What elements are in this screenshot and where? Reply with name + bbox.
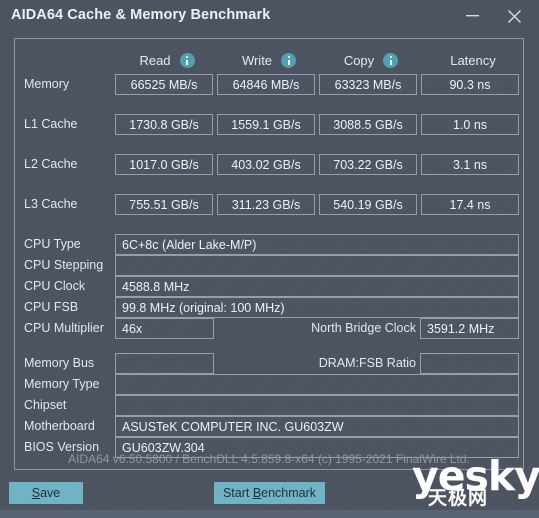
motherboard-value: ASUSTeK COMPUTER INC. GU603ZW [115, 416, 519, 437]
save-accel: S [31, 486, 41, 500]
l2-copy-value: 703.22 GB/s [319, 154, 417, 175]
label-chipset: Chipset [24, 398, 67, 412]
l1-write-value: 1559.1 GB/s [217, 114, 315, 135]
start-prefix: Start [222, 486, 253, 500]
column-header-latency-label: Latency [450, 52, 496, 68]
copy-info-icon[interactable] [383, 53, 399, 69]
cpu-type-value: 6C+8c (Alder Lake-M/P) [115, 234, 519, 255]
save-rest: ave [40, 486, 61, 500]
column-header-read: Read [115, 50, 219, 70]
l2-latency-value: 3.1 ns [421, 154, 519, 175]
label-dram-fsb-ratio: DRAM:FSB Ratio [318, 356, 416, 370]
column-header-write-label: Write [241, 52, 273, 68]
l3-write-value: 311.23 GB/s [217, 194, 315, 215]
aida64-benchmark-window: AIDA64 Cache & Memory Benchmark Read Wri… [0, 0, 539, 518]
l3-copy-value: 540.19 GB/s [319, 194, 417, 215]
l3-latency-value: 17.4 ns [421, 194, 519, 215]
l1-copy-value: 3088.5 GB/s [319, 114, 417, 135]
dram-fsb-ratio-value [420, 353, 519, 374]
column-header-copy: Copy [319, 50, 423, 70]
cpu-multiplier-value: 46x [115, 318, 214, 339]
label-motherboard: Motherboard [24, 419, 95, 433]
l1-latency-value: 1.0 ns [421, 114, 519, 135]
close-button[interactable] [500, 3, 528, 29]
north-bridge-clock-value: 3591.2 MHz [420, 318, 519, 339]
minimize-icon [465, 15, 479, 17]
label-cpu-stepping: CPU Stepping [24, 258, 104, 272]
cpu-stepping-value [115, 255, 519, 276]
memory-latency-value: 90.3 ns [421, 74, 519, 95]
l1-read-value: 1730.8 GB/s [115, 114, 213, 135]
memory-write-value: 64846 MB/s [217, 74, 315, 95]
label-memory-type: Memory Type [24, 377, 100, 391]
column-header-copy-label: Copy [343, 52, 375, 68]
column-header-latency: Latency [421, 50, 525, 70]
version-text: AIDA64 v6.50.5800 / BenchDLL 4.5.859.8-x… [68, 452, 470, 466]
row-label-l2-cache: L2 Cache [24, 157, 78, 171]
column-header-write: Write [217, 50, 321, 70]
memory-bus-value [115, 353, 214, 374]
start-rest: enchmark [261, 486, 317, 500]
watermark-cjk: 天极网 [428, 488, 489, 509]
row-label-l3-cache: L3 Cache [24, 197, 78, 211]
bottom-strip [0, 510, 539, 518]
save-button[interactable]: Save [9, 482, 83, 504]
label-cpu-fsb: CPU FSB [24, 300, 79, 314]
cpu-fsb-value: 99.8 MHz (original: 100 MHz) [115, 297, 519, 318]
minimize-button[interactable] [458, 3, 486, 29]
row-label-memory: Memory [24, 77, 70, 91]
close-icon [507, 10, 521, 23]
label-cpu-multiplier: CPU Multiplier [24, 321, 104, 335]
label-cpu-type: CPU Type [24, 237, 81, 251]
label-memory-bus: Memory Bus [24, 356, 95, 370]
cpu-clock-value: 4588.8 MHz [115, 276, 519, 297]
window-title: AIDA64 Cache & Memory Benchmark [11, 7, 271, 23]
memory-read-value: 66525 MB/s [115, 74, 213, 95]
title-bar: AIDA64 Cache & Memory Benchmark [0, 0, 539, 33]
label-north-bridge-clock: North Bridge Clock [311, 321, 416, 335]
l2-read-value: 1017.0 GB/s [115, 154, 213, 175]
column-header-read-label: Read [139, 52, 171, 68]
memory-copy-value: 63323 MB/s [319, 74, 417, 95]
l3-read-value: 755.51 GB/s [115, 194, 213, 215]
row-label-l1-cache: L1 Cache [24, 117, 78, 131]
start-benchmark-button[interactable]: Start Benchmark [214, 482, 325, 504]
label-cpu-clock: CPU Clock [24, 279, 86, 293]
start-accel: B [252, 486, 262, 500]
memory-type-value [115, 374, 519, 395]
chipset-value [115, 395, 519, 416]
write-info-icon[interactable] [281, 53, 297, 69]
l2-write-value: 403.02 GB/s [217, 154, 315, 175]
read-info-icon[interactable] [179, 53, 195, 69]
